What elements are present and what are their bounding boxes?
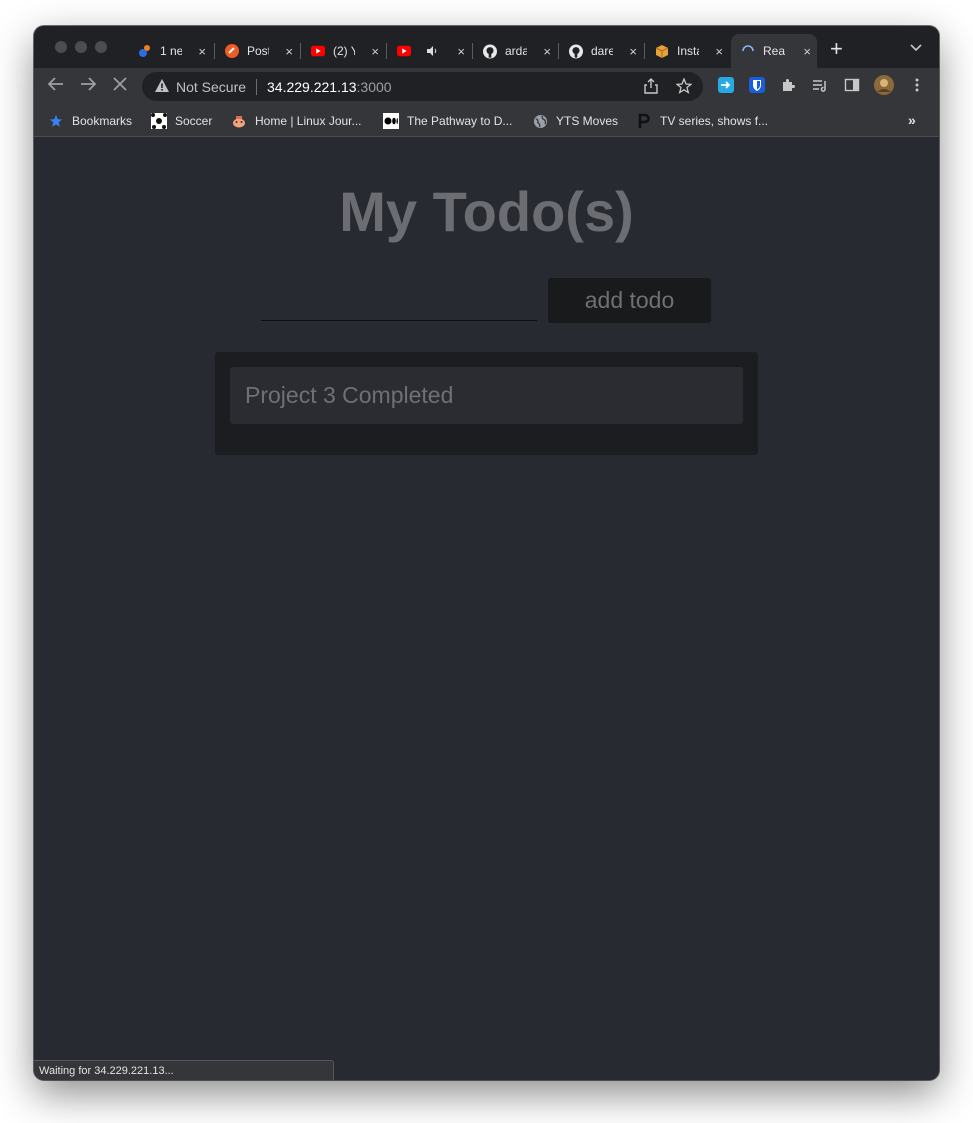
tab-close-icon[interactable]: × <box>285 44 293 59</box>
address-url[interactable]: 34.229.221.13:3000 <box>267 79 392 95</box>
notification-favicon <box>138 44 152 58</box>
github-favicon <box>569 44 583 58</box>
tab-search-chevron-icon[interactable] <box>910 41 922 55</box>
p-logo-icon <box>636 113 652 129</box>
profile-avatar[interactable] <box>874 75 894 95</box>
bookmark-bookmarks[interactable]: Bookmarks <box>48 113 132 129</box>
star-icon <box>48 113 64 129</box>
bookmark-linux-journey[interactable]: Home | Linux Jour... <box>231 113 362 129</box>
bookmark-label: Home | Linux Jour... <box>255 114 362 128</box>
youtube-favicon <box>311 44 325 58</box>
tab-3[interactable]: (2) YouTube × <box>301 36 385 66</box>
address-bar[interactable]: Not Secure 34.229.221.13:3000 <box>142 72 703 101</box>
url-host: 34.229.221.13 <box>267 79 357 95</box>
bitwarden-shield-icon[interactable] <box>748 76 766 94</box>
todo-item[interactable]: Project 3 Completed <box>230 367 743 424</box>
tab-title: Instances <box>677 44 699 58</box>
tab-close-icon[interactable]: × <box>371 44 379 59</box>
tab-title: ardan <box>505 44 527 58</box>
bookmark-label: TV series, shows f... <box>660 114 769 128</box>
window-minimize-control[interactable] <box>75 41 87 53</box>
todo-input[interactable] <box>261 280 537 321</box>
tab-close-icon[interactable]: × <box>457 44 465 59</box>
loading-spinner-icon <box>741 44 755 58</box>
medium-icon <box>383 113 399 129</box>
linux-journey-icon <box>231 113 247 129</box>
bookmark-label: YTS Moves <box>556 114 619 128</box>
warning-icon[interactable] <box>154 78 170 94</box>
side-panel-icon[interactable] <box>843 76 861 94</box>
tab-7[interactable]: Instances × <box>645 36 729 66</box>
tab-title: darek <box>591 44 613 58</box>
new-tab-button[interactable]: + <box>830 36 843 62</box>
browser-menu-icon[interactable] <box>908 76 926 94</box>
extensions-puzzle-icon[interactable] <box>779 76 797 94</box>
tab-title: Postman <box>247 44 269 58</box>
postman-favicon <box>225 44 239 58</box>
tab-1[interactable]: 1 new × <box>128 36 212 66</box>
extension-translate-icon[interactable] <box>717 76 735 94</box>
bookmark-label: Soccer <box>175 114 213 128</box>
page-title: My Todo(s) <box>339 180 634 243</box>
tab-title: React App <box>763 44 785 58</box>
bookmark-star-icon[interactable] <box>675 77 693 97</box>
tab-react-app-active[interactable]: React App × <box>731 34 817 68</box>
tab-2[interactable]: Postman × <box>215 36 299 66</box>
bookmark-label: The Pathway to D... <box>407 114 513 128</box>
window-zoom-control[interactable] <box>95 41 107 53</box>
tab-title: (2) YouTube <box>333 44 355 58</box>
bookmark-soccer[interactable]: Soccer <box>151 113 212 129</box>
todo-list: Project 3 Completed <box>215 352 758 455</box>
tab-6[interactable]: darek × <box>559 36 643 66</box>
not-secure-label[interactable]: Not Secure <box>176 79 246 95</box>
bookmark-label: Bookmarks <box>72 114 133 128</box>
youtube-favicon <box>397 44 411 58</box>
bookmark-medium-pathway[interactable]: The Pathway to D... <box>383 113 512 129</box>
soccer-ball-icon <box>151 113 167 129</box>
speaker-icon[interactable] <box>425 44 439 58</box>
tab-close-icon[interactable]: × <box>803 44 811 59</box>
url-port: :3000 <box>356 79 392 95</box>
tab-close-icon[interactable]: × <box>629 44 637 59</box>
tab-4[interactable]: × <box>387 36 471 66</box>
box-favicon <box>655 44 669 58</box>
tab-close-icon[interactable]: × <box>715 44 723 59</box>
globe-icon <box>532 113 548 129</box>
tab-strip: 1 new × Postman × (2) YouTube × <box>34 26 939 68</box>
tab-title: 1 new <box>160 44 182 58</box>
bookmarks-overflow-button[interactable]: » <box>908 112 916 128</box>
browser-window: 1 new × Postman × (2) YouTube × <box>34 26 939 1080</box>
forward-arrow-icon[interactable] <box>79 75 97 98</box>
tab-close-icon[interactable]: × <box>543 44 551 59</box>
browser-toolbar: Not Secure 34.229.221.13:3000 <box>34 68 939 106</box>
back-arrow-icon[interactable] <box>47 75 65 98</box>
page-viewport: My Todo(s) add todo Project 3 Completed <box>34 137 939 1080</box>
media-queue-icon[interactable] <box>811 76 829 94</box>
github-favicon <box>483 44 497 58</box>
status-bubble: Waiting for 34.229.221.13... <box>34 1060 334 1080</box>
tab-5[interactable]: ardan × <box>473 36 557 66</box>
address-divider <box>256 79 257 95</box>
window-close-control[interactable] <box>55 41 67 53</box>
bookmark-tv-series[interactable]: TV series, shows f... <box>636 113 768 129</box>
bookmark-yts[interactable]: YTS Moves <box>532 113 618 129</box>
bookmarks-bar: Bookmarks Soccer Home | Linux Jour... Th… <box>34 106 939 137</box>
tab-close-icon[interactable]: × <box>198 44 206 59</box>
stop-loading-icon[interactable] <box>111 75 129 98</box>
add-todo-button[interactable]: add todo <box>548 278 711 323</box>
share-icon[interactable] <box>644 78 658 97</box>
